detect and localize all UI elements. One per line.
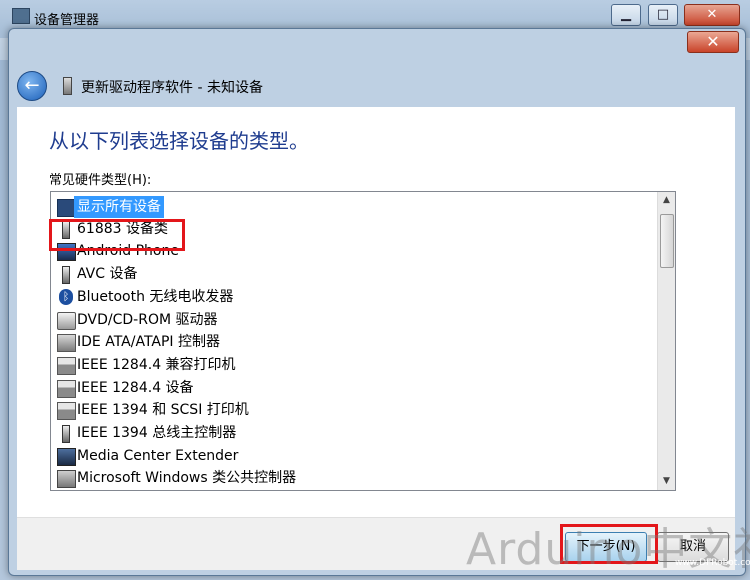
list-item-label: AVC 设备 <box>77 266 138 282</box>
list-item-label: Media Center Extender <box>77 448 239 464</box>
outer-window-title: 设备管理器 <box>34 13 100 28</box>
list-item-label: IDE ATA/ATAPI 控制器 <box>77 334 221 350</box>
ide-controller-icon <box>57 334 76 352</box>
maximize-button[interactable]: □ <box>648 4 678 26</box>
scroll-thumb[interactable] <box>660 214 674 268</box>
scroll-up-arrow-icon[interactable]: ▲ <box>658 192 675 209</box>
printer-icon <box>57 380 76 398</box>
usb-plug-icon <box>62 425 70 443</box>
dialog-close-button[interactable]: ✕ <box>687 31 739 53</box>
list-item-label: Bluetooth 无线电收发器 <box>77 289 234 305</box>
dialog-content: 从以下列表选择设备的类型。 常见硬件类型(H): 显示所有设备 61883 设备… <box>17 107 735 517</box>
back-button[interactable]: ← <box>17 71 47 101</box>
dvd-drive-icon <box>57 312 76 330</box>
list-item-label: DVD/CD-ROM 驱动器 <box>77 312 218 328</box>
watermark-url: www.DFRobot.com.cn <box>675 558 750 568</box>
selection-highlight-box <box>49 219 185 251</box>
minimize-button[interactable]: ▁ <box>611 4 641 26</box>
list-item-label: IEEE 1284.4 设备 <box>77 380 194 396</box>
list-item-label: IEEE 1284.4 兼容打印机 <box>77 357 236 373</box>
outer-titlebar: 设备管理器 ▁ □ ✕ <box>0 0 750 30</box>
device-icon <box>63 77 72 95</box>
page-heading: 从以下列表选择设备的类型。 <box>49 129 309 153</box>
controller-icon <box>57 470 76 488</box>
printer-icon <box>57 402 76 420</box>
dialog-header-title: 更新驱动程序软件 - 未知设备 <box>81 80 263 96</box>
usb-plug-icon <box>62 266 70 284</box>
list-item-label: IEEE 1394 总线主控制器 <box>77 425 237 441</box>
list-item-label: Microsoft Windows 类公共控制器 <box>77 470 297 486</box>
back-arrow-icon: ← <box>24 75 40 96</box>
dialog-header: ← 更新驱动程序软件 - 未知设备 <box>9 67 745 107</box>
monitor-icon <box>57 448 76 466</box>
outer-close-button[interactable]: ✕ <box>684 4 740 26</box>
scroll-down-arrow-icon[interactable]: ▼ <box>658 473 675 490</box>
device-manager-icon <box>12 8 30 24</box>
printer-icon <box>57 357 76 375</box>
list-scrollbar[interactable]: ▲ ▼ <box>657 192 675 490</box>
list-item-label: 显示所有设备 <box>74 196 164 218</box>
update-driver-dialog: ✕ ← 更新驱动程序软件 - 未知设备 从以下列表选择设备的类型。 常见硬件类型… <box>8 28 746 576</box>
list-item-label: IEEE 1394 和 SCSI 打印机 <box>77 402 249 418</box>
hardware-type-label: 常见硬件类型(H): <box>49 173 152 188</box>
bluetooth-icon: ᛒ <box>59 289 73 305</box>
